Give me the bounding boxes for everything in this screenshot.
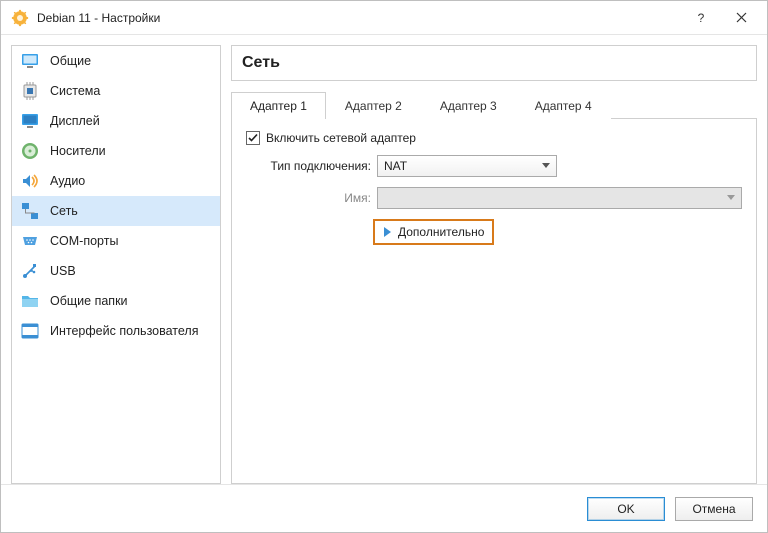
settings-sidebar: Общие Система Дисплей Носители <box>11 45 221 484</box>
folder-icon <box>20 291 40 311</box>
sidebar-item-system[interactable]: Система <box>12 76 220 106</box>
ui-layout-icon <box>20 321 40 341</box>
chevron-down-icon <box>727 195 735 201</box>
sidebar-item-label: Общие <box>50 54 91 68</box>
serial-port-icon <box>20 231 40 251</box>
tab-adapter-3[interactable]: Адаптер 3 <box>421 92 516 119</box>
monitor-icon <box>20 51 40 71</box>
enable-adapter-checkbox[interactable] <box>246 131 260 145</box>
connection-type-select[interactable]: NAT <box>377 155 557 177</box>
name-label: Имя: <box>246 191 371 205</box>
advanced-toggle[interactable]: Дополнительно <box>373 219 494 245</box>
connection-type-label: Тип подключения: <box>246 159 371 173</box>
window-body: Общие Система Дисплей Носители <box>1 35 767 484</box>
sidebar-item-label: Дисплей <box>50 114 100 128</box>
display-icon <box>20 111 40 131</box>
sidebar-item-usb[interactable]: USB <box>12 256 220 286</box>
adapter-tabs: Адаптер 1 Адаптер 2 Адаптер 3 Адаптер 4 <box>231 91 757 119</box>
triangle-right-icon <box>383 227 392 237</box>
sidebar-item-label: Интерфейс пользователя <box>50 324 198 338</box>
sidebar-item-label: USB <box>50 264 76 278</box>
sidebar-item-label: Аудио <box>50 174 85 188</box>
settings-window: Debian 11 - Настройки ? Общие Система <box>0 0 768 533</box>
disk-icon <box>20 141 40 161</box>
ok-button[interactable]: OK <box>587 497 665 521</box>
sidebar-item-label: Система <box>50 84 100 98</box>
help-button[interactable]: ? <box>681 5 721 31</box>
sidebar-item-network[interactable]: Сеть <box>12 196 220 226</box>
sidebar-item-general[interactable]: Общие <box>12 46 220 76</box>
speaker-icon <box>20 171 40 191</box>
enable-adapter-row: Включить сетевой адаптер <box>246 131 742 145</box>
app-icon <box>11 9 29 27</box>
chevron-down-icon <box>542 163 550 169</box>
connection-type-value: NAT <box>384 159 407 173</box>
sidebar-item-storage[interactable]: Носители <box>12 136 220 166</box>
tab-adapter-4[interactable]: Адаптер 4 <box>516 92 611 119</box>
titlebar: Debian 11 - Настройки ? <box>1 1 767 35</box>
sidebar-item-shared-folders[interactable]: Общие папки <box>12 286 220 316</box>
sidebar-item-label: Общие папки <box>50 294 128 308</box>
sidebar-item-audio[interactable]: Аудио <box>12 166 220 196</box>
sidebar-item-label: COM-порты <box>50 234 118 248</box>
name-select <box>377 187 742 209</box>
sidebar-item-ui[interactable]: Интерфейс пользователя <box>12 316 220 346</box>
network-icon <box>20 201 40 221</box>
advanced-label: Дополнительно <box>398 225 484 239</box>
close-button[interactable] <box>721 5 761 31</box>
name-row: Имя: <box>246 187 742 209</box>
sidebar-item-display[interactable]: Дисплей <box>12 106 220 136</box>
adapter-settings: Включить сетевой адаптер Тип подключения… <box>231 119 757 484</box>
svg-text:?: ? <box>698 12 705 24</box>
dialog-footer: OK Отмена <box>1 484 767 532</box>
chip-icon <box>20 81 40 101</box>
sidebar-item-label: Сеть <box>50 204 78 218</box>
cancel-button[interactable]: Отмена <box>675 497 753 521</box>
window-title: Debian 11 - Настройки <box>37 11 681 25</box>
sidebar-item-serial[interactable]: COM-порты <box>12 226 220 256</box>
advanced-row: Дополнительно <box>355 219 742 245</box>
sidebar-item-label: Носители <box>50 144 106 158</box>
section-title: Сеть <box>242 54 746 72</box>
main-panel: Сеть Адаптер 1 Адаптер 2 Адаптер 3 Адапт… <box>231 45 757 484</box>
tab-adapter-1[interactable]: Адаптер 1 <box>231 92 326 119</box>
enable-adapter-label: Включить сетевой адаптер <box>266 131 416 145</box>
usb-icon <box>20 261 40 281</box>
tab-adapter-2[interactable]: Адаптер 2 <box>326 92 421 119</box>
section-header: Сеть <box>231 45 757 81</box>
connection-type-row: Тип подключения: NAT <box>246 155 742 177</box>
